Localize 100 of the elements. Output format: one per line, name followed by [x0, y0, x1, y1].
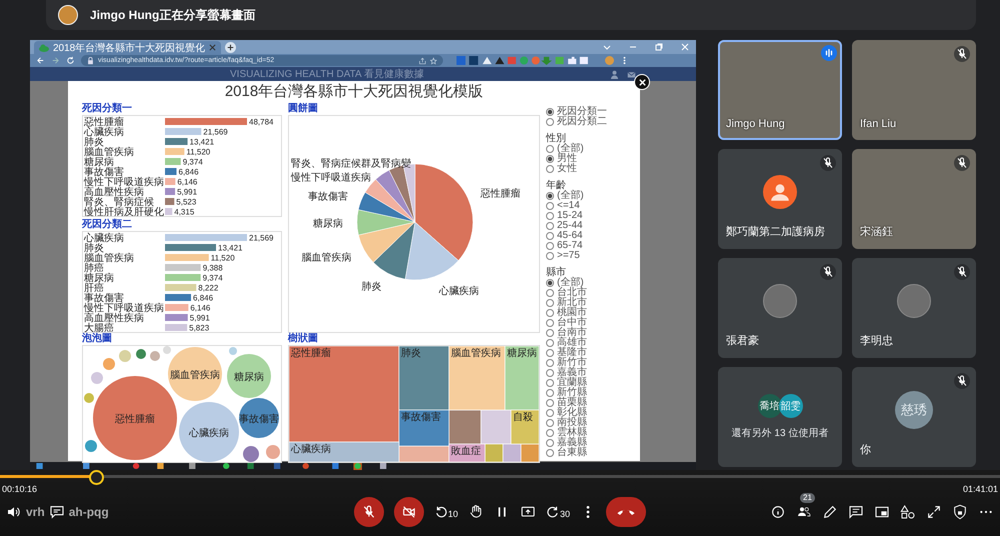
radio-button[interactable]	[546, 145, 554, 153]
radio-label[interactable]: 新竹縣	[557, 388, 587, 398]
radio-label[interactable]: 45-64	[557, 231, 583, 241]
radio-button[interactable]	[546, 299, 554, 307]
radio-label[interactable]: 死因分類二	[557, 117, 607, 127]
radio-label[interactable]: 高雄市	[557, 338, 587, 348]
radio-button[interactable]	[546, 165, 554, 173]
shapes-icon[interactable]	[900, 504, 916, 520]
value-label: 21,569	[203, 128, 228, 136]
value-label: 6,146	[190, 304, 210, 312]
radio-label[interactable]: 台東縣	[557, 448, 587, 458]
radio-button[interactable]	[546, 279, 554, 287]
mic-button[interactable]	[354, 497, 384, 527]
user-icon[interactable]	[610, 70, 619, 78]
radio-button[interactable]	[546, 419, 554, 427]
radio-button[interactable]	[546, 449, 554, 457]
radio-button[interactable]	[546, 192, 554, 200]
radio-button[interactable]	[546, 329, 554, 337]
radio-label[interactable]: 嘉義縣	[557, 438, 587, 448]
pencil-icon[interactable]	[822, 504, 838, 520]
back-icon[interactable]	[36, 56, 45, 65]
radio-button[interactable]	[546, 399, 554, 407]
camera-button[interactable]	[394, 497, 424, 527]
radio-button[interactable]	[546, 429, 554, 437]
close-icon	[638, 78, 646, 86]
close-button[interactable]	[634, 74, 650, 90]
plus-icon[interactable]	[225, 42, 236, 53]
bar	[165, 208, 172, 215]
radio-label[interactable]: >=75	[557, 251, 580, 261]
slice-label: 事故傷害	[308, 192, 348, 203]
captions-icon[interactable]	[48, 504, 65, 520]
radio-button[interactable]	[546, 289, 554, 297]
radio-button[interactable]	[546, 242, 554, 250]
radio-button[interactable]	[546, 369, 554, 377]
value-label: 11,520	[210, 254, 235, 262]
site-title: VISUALIZING HEALTH DATA 看見健康數據	[230, 68, 424, 81]
radio-label[interactable]: 新北市	[557, 298, 587, 308]
radio-button[interactable]	[546, 118, 554, 126]
radio-label[interactable]: (全部)	[557, 144, 584, 154]
radio-label[interactable]: 雲林縣	[557, 428, 587, 438]
radio-label[interactable]: 男性	[557, 154, 577, 164]
radio-label[interactable]: 台北市	[557, 288, 587, 298]
chat-icon[interactable]	[848, 504, 864, 520]
value-label: 5,823	[189, 324, 210, 332]
radio-button[interactable]	[546, 252, 554, 260]
radio-label[interactable]: 女性	[557, 164, 577, 174]
radio-label[interactable]: 台中市	[557, 318, 587, 328]
radio-label[interactable]: 宜蘭縣	[557, 378, 587, 388]
radio-label[interactable]: 15-24	[557, 211, 583, 221]
radio-label[interactable]: 25-44	[557, 221, 583, 231]
radio-label[interactable]: 死因分類一	[557, 107, 607, 117]
radio-label[interactable]: 台南市	[557, 328, 587, 338]
progress-track[interactable]	[0, 470, 1000, 483]
end-call-button[interactable]	[606, 497, 646, 527]
radio-button[interactable]	[546, 212, 554, 220]
radio-label[interactable]: 嘉義市	[557, 368, 587, 378]
radio-label[interactable]: 桃園市	[557, 308, 587, 318]
radio-label[interactable]: 苗栗縣	[557, 398, 587, 408]
radio-button[interactable]	[546, 222, 554, 230]
rewind-button[interactable]: 10	[434, 505, 458, 519]
restore-icon[interactable]	[654, 42, 664, 52]
mail-icon[interactable]	[627, 70, 636, 78]
radio-button[interactable]	[546, 349, 554, 357]
info-icon[interactable]	[770, 504, 786, 520]
radio-button[interactable]	[546, 409, 554, 417]
radio-label[interactable]: 65-74	[557, 241, 583, 251]
radio-button[interactable]	[546, 202, 554, 210]
radio-button[interactable]	[546, 439, 554, 447]
progress-thumb[interactable]	[89, 470, 104, 485]
raise-hand-icon[interactable]	[468, 504, 484, 520]
forward-button[interactable]: 30	[546, 505, 570, 519]
radio-button[interactable]	[546, 379, 554, 387]
radio-button[interactable]	[546, 359, 554, 367]
radio-label[interactable]: (全部)	[557, 278, 584, 288]
radio-button[interactable]	[546, 389, 554, 397]
radio-label[interactable]: 南投縣	[557, 418, 587, 428]
bar-label: 糖尿病	[84, 157, 114, 168]
picture-in-picture-icon[interactable]	[874, 504, 890, 520]
forward-icon[interactable]	[51, 56, 60, 65]
radio-button[interactable]	[546, 232, 554, 240]
radio-button[interactable]	[546, 108, 554, 116]
radio-label[interactable]: <=14	[557, 201, 580, 211]
bar-label: 事故傷害	[84, 167, 124, 178]
close-icon[interactable]	[209, 44, 216, 51]
shield-lock-icon[interactable]	[952, 504, 968, 520]
radio-button[interactable]	[546, 319, 554, 327]
radio-button[interactable]	[546, 155, 554, 163]
reload-icon[interactable]	[66, 56, 75, 65]
browser-tab[interactable]: 2018年台灣各縣市十大死因視覺化	[34, 41, 222, 54]
star-icon[interactable]	[430, 56, 437, 64]
radio-label[interactable]: 基隆市	[557, 348, 587, 358]
radio-button[interactable]	[546, 309, 554, 317]
radio-button[interactable]	[546, 339, 554, 347]
radio-label[interactable]: (全部)	[557, 191, 584, 201]
radio-label[interactable]: 彰化縣	[557, 408, 587, 418]
cell-label: 肺炎	[401, 348, 421, 359]
fullscreen-icon[interactable]	[926, 504, 942, 520]
share-icon[interactable]	[419, 56, 426, 64]
radio-label[interactable]: 新竹市	[557, 358, 587, 368]
bar	[165, 128, 202, 135]
